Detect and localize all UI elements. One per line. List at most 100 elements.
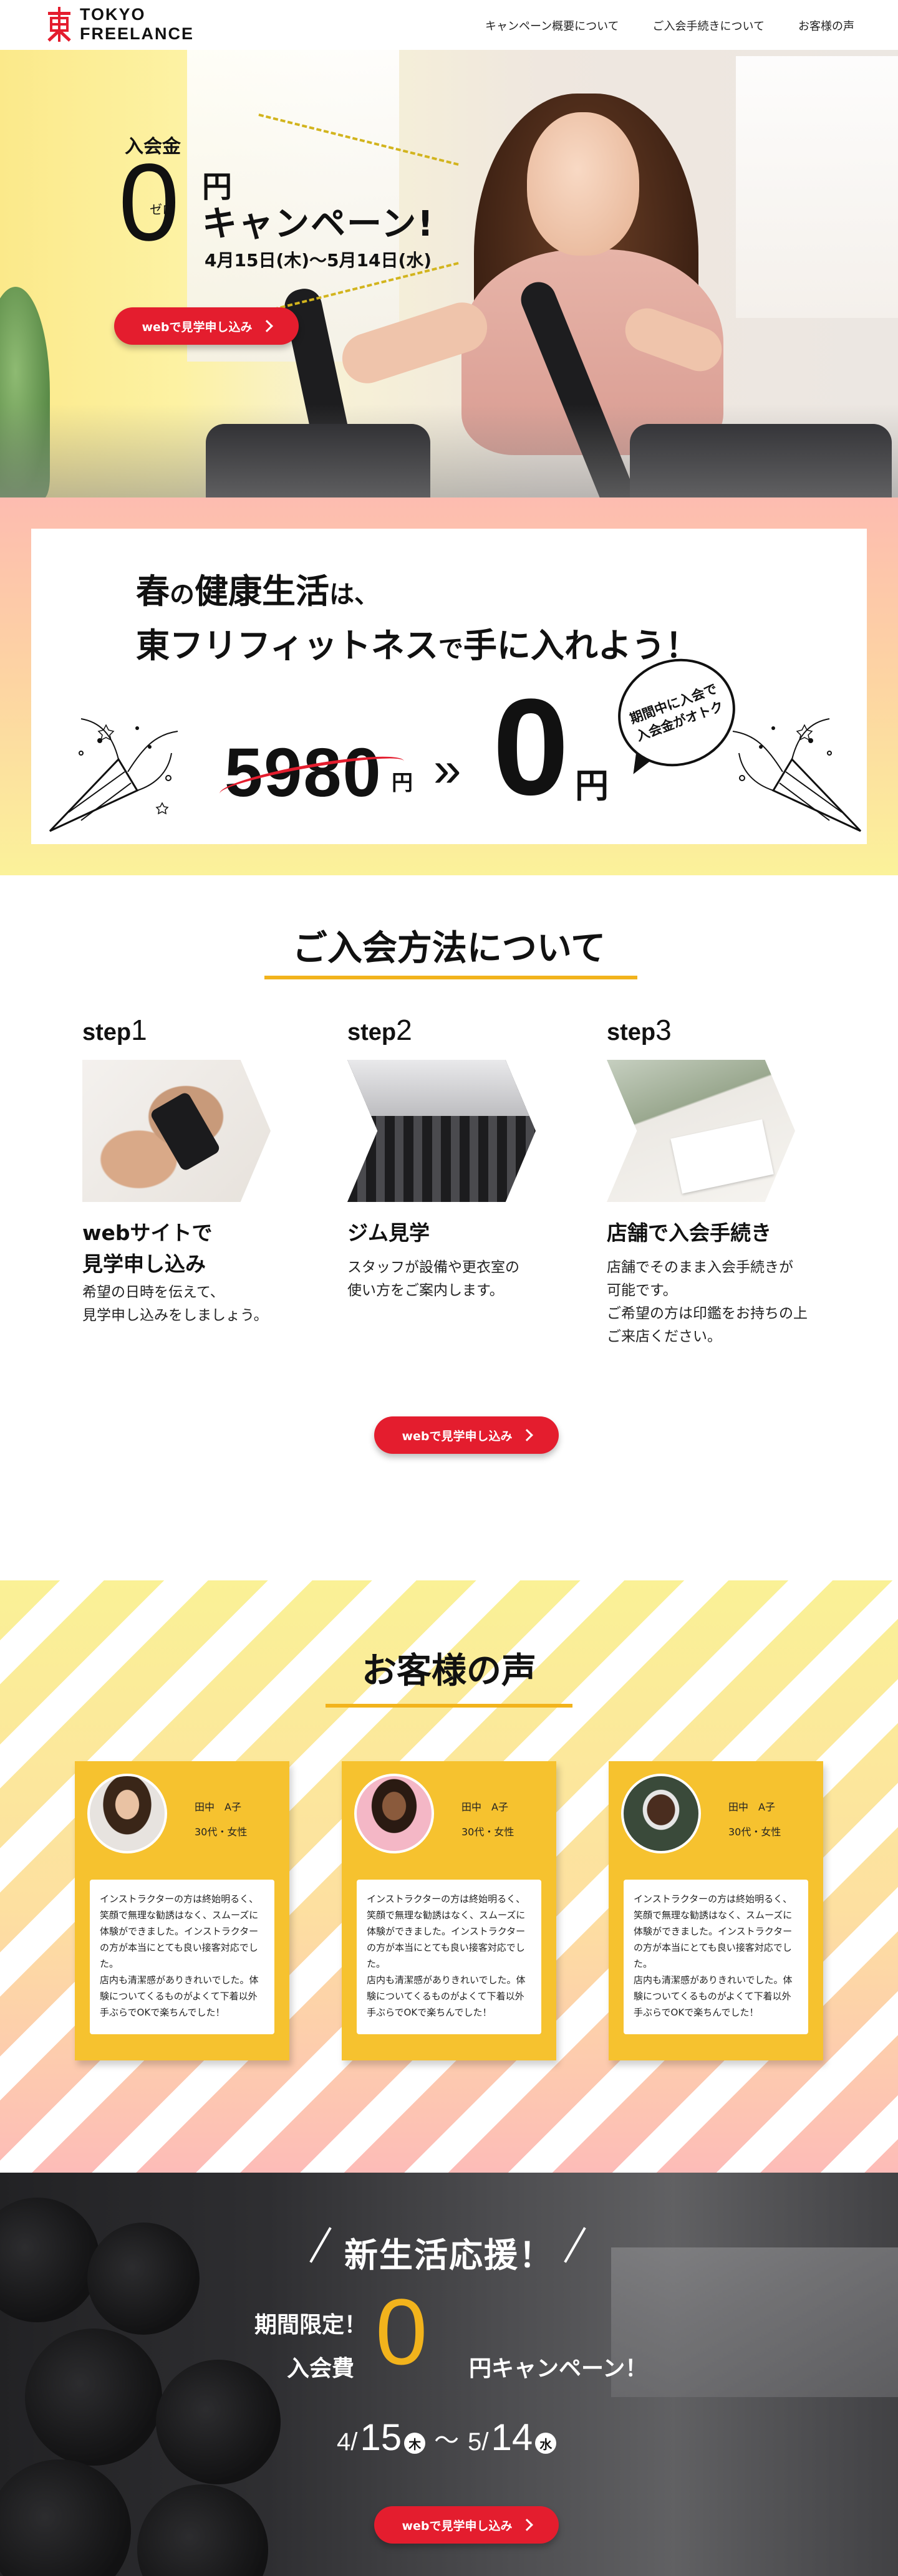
step-heading-line: 店舗で入会手続き: [607, 1221, 771, 1245]
step-image-gym: [347, 1060, 536, 1202]
site-header: TOKYO FREELANCE キャンペーン概要について ご入会手続きについて …: [0, 0, 898, 50]
headline-part: 健康生活: [195, 572, 329, 611]
avatar: [87, 1774, 167, 1853]
step-heading: webサイトで 見学申し込み: [82, 1218, 213, 1280]
step-text: 店舗でそのまま入会手続きが 可能です。 ご希望の方は印鑑をお持ちの上 ご来店くだ…: [607, 1256, 808, 1348]
step-word: step: [607, 1019, 656, 1045]
step-heading-line: 見学申し込み: [82, 1252, 206, 1276]
step-text-line: 使い方をご案内します。: [347, 1282, 504, 1299]
customer-meta: 30代・女性: [195, 1826, 248, 1838]
chevron-right-icon: [520, 2519, 533, 2531]
step-heading: ジム見学: [347, 1218, 430, 1249]
steps-cta-button[interactable]: webで見学申し込み: [374, 1416, 559, 1454]
final-title: 新生活応援！: [344, 2236, 554, 2275]
date-month: 5/: [468, 2428, 489, 2456]
step-heading-line: ジム見学: [347, 1221, 430, 1245]
date-day: 14: [491, 2416, 533, 2458]
customer-meta: 30代・女性: [728, 1826, 781, 1838]
final-entry-fee: 入会費: [287, 2356, 355, 2381]
nav-campaign-overview[interactable]: キャンペーン概要について: [485, 17, 619, 34]
customer-name: 田中 A子: [728, 1801, 775, 1813]
step-word: step: [347, 1019, 397, 1045]
hero-date: 4月15日(木)〜5月14日(水): [205, 250, 432, 271]
final-campaign-section: 新生活応援！ 期間限定！ 入会費 0 円キャンペーン！ 4/ 15 木 〜 5/…: [0, 2173, 898, 2576]
weekday-badge: 水: [535, 2433, 557, 2454]
cta-label: webで見学申し込み: [402, 2519, 513, 2533]
chevron-right-icon: [520, 1429, 533, 1441]
step-2: step2 ジム見学 スタッフが設備や更衣室の 使い方をご案内します。: [347, 1013, 584, 1299]
hero-campaign-title: キャンペーン!: [202, 204, 435, 244]
step-image-smartphone: [82, 1060, 271, 1202]
step-label: step3: [607, 1013, 844, 1047]
step-label: step1: [82, 1013, 319, 1047]
chevron-right-icon: [260, 320, 273, 332]
hero-bg-window: [736, 56, 898, 318]
step-text-line: 可能です。: [607, 1282, 677, 1299]
voices-title: お客様の声: [362, 1651, 536, 1691]
step-3: step3 店舗で入会手続き 店舗でそのまま入会手続きが 可能です。 ご希望の方…: [607, 1013, 844, 1345]
promo-headline-line1: 春の健康生活は、: [136, 566, 699, 620]
old-price-yen: 円: [392, 771, 413, 795]
title-underline: [264, 976, 637, 979]
title-underline: [326, 1704, 572, 1708]
hero-cta-button[interactable]: webで見学申し込み: [114, 307, 299, 345]
date-day: 15: [360, 2416, 402, 2458]
avatar: [621, 1774, 701, 1853]
hero-section: 入会金 0 ゼロ 円 キャンペーン! 4月15日(木)〜5月14日(水) web…: [0, 50, 898, 497]
customer-name: 田中 A子: [195, 1801, 241, 1813]
promo-headline: 春の健康生活は、 東フリフィットネスで手に入れよう！: [136, 566, 699, 675]
date-month: 4/: [337, 2428, 358, 2456]
logo-line2: FREELANCE: [80, 24, 195, 43]
promo-section: 春の健康生活は、 東フリフィットネスで手に入れよう！ 5980 円 » 0 円 …: [0, 497, 898, 875]
step-text-line: 希望の日時を伝えて、: [82, 1284, 224, 1300]
nav-registration[interactable]: ご入会手続きについて: [653, 17, 765, 34]
tokyo-kanji-logo-icon: [46, 6, 72, 43]
testimonial-card: 田中 A子 30代・女性 インストラクターの方は終始明るく、笑顔で無理な勧誘はな…: [342, 1761, 556, 2060]
speech-bubble-text: 期間中に入会で 入会金がオトク: [627, 681, 726, 744]
final-zero: 0: [375, 2279, 428, 2384]
hero-woman-face: [527, 112, 639, 256]
steps-title: ご入会方法について: [292, 928, 606, 969]
final-cta-button[interactable]: webで見学申し込み: [374, 2506, 559, 2544]
gym-ceiling: [347, 1060, 536, 1116]
testimonial-text: インストラクターの方は終始明るく、笑顔で無理な勧誘はなく、スムーズに体験ができま…: [624, 1880, 808, 2034]
step-word: step: [82, 1019, 132, 1045]
headline-part: 東フリフィットネス: [136, 626, 438, 665]
step-text-line: ご希望の方は印鑑をお持ちの上: [607, 1305, 808, 1322]
step-text: 希望の日時を伝えて、 見学申し込みをしましょう。: [82, 1281, 268, 1327]
step-1: step1 webサイトで 見学申し込み 希望の日時を伝えて、 見学申し込みをし…: [82, 1013, 319, 1324]
step-number: 2: [396, 1014, 412, 1046]
testimonial-text: インストラクターの方は終始明るく、笑顔で無理な勧誘はなく、スムーズに体験ができま…: [90, 1880, 274, 2034]
final-campaign: 円キャンペーン！: [469, 2356, 648, 2381]
smartphone-image: [149, 1090, 221, 1173]
site-logo[interactable]: TOKYO FREELANCE: [46, 5, 194, 44]
final-limited: 期間限定！: [254, 2312, 367, 2338]
party-popper-icon: [732, 718, 862, 832]
weekday-badge: 木: [404, 2433, 426, 2454]
step-number: 3: [655, 1014, 672, 1046]
new-price: 0: [493, 670, 569, 824]
nav-customer-voices[interactable]: お客様の声: [798, 17, 854, 34]
cta-label: webで見学申し込み: [402, 1429, 513, 1443]
customer-voices-section: お客様の声 田中 A子 30代・女性 インストラクターの方は終始明るく、笑顔で無…: [0, 1580, 898, 2173]
logo-line1: TOKYO: [80, 5, 146, 24]
headline-part: は、: [329, 580, 379, 609]
step-text-line: 見学申し込みをしましょう。: [82, 1307, 268, 1324]
promo-headline-line2: 東フリフィットネスで手に入れよう！: [136, 620, 699, 675]
hero-zero-ruby: ゼロ: [150, 202, 175, 217]
step-text-line: ご来店ください。: [607, 1329, 722, 1345]
cta-label: webで見学申し込み: [142, 320, 253, 334]
logo-text: TOKYO FREELANCE: [80, 5, 194, 44]
new-price-yen: 円: [575, 766, 609, 805]
testimonial-text: インストラクターの方は終始明るく、笑顔で無理な勧誘はなく、スムーズに体験ができま…: [357, 1880, 541, 2034]
avatar: [354, 1774, 434, 1853]
step-label: step2: [347, 1013, 584, 1047]
headline-part: の: [170, 580, 195, 609]
step-heading-line: webサイトで: [82, 1221, 213, 1245]
date-separator: 〜: [434, 2427, 460, 2454]
step-text-line: 店舗でそのまま入会手続きが: [607, 1259, 793, 1276]
hero-floor: [0, 404, 898, 497]
customer-name: 田中 A子: [461, 1801, 508, 1813]
party-popper-icon: [49, 718, 178, 832]
hero-copy: 入会金 0 ゼロ 円 キャンペーン! 4月15日(木)〜5月14日(水): [118, 131, 433, 271]
